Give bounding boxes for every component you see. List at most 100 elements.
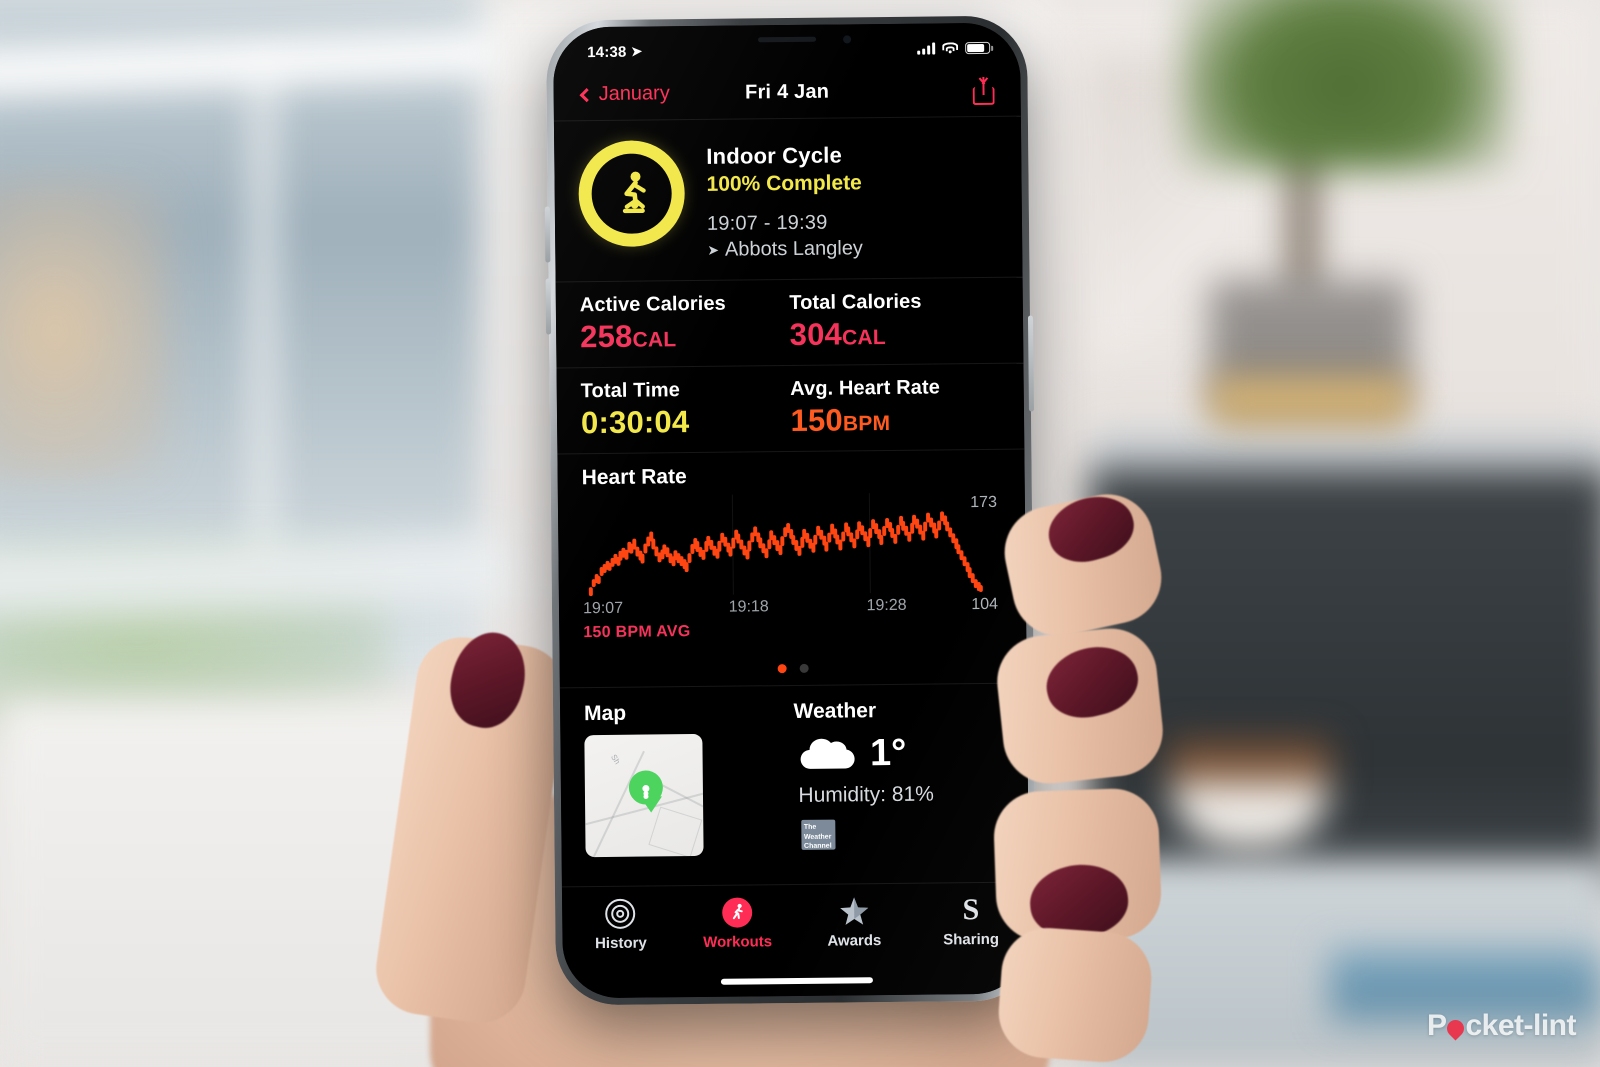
heart-rate-bar xyxy=(717,541,722,552)
sharing-s-icon: S xyxy=(962,893,980,927)
heart-rate-bar xyxy=(923,521,928,532)
chart-x-tick-label: 19:07 xyxy=(582,599,624,618)
battery-icon xyxy=(965,41,991,55)
cellular-signal-icon xyxy=(917,42,936,55)
heart-rate-bar xyxy=(701,549,706,561)
tab-awards[interactable]: Awards xyxy=(796,896,913,950)
stat-active-calories: Active Calories 258CAL xyxy=(580,292,790,355)
photo-scene: 14:38 ➤ January Fri 4 Jan Indoor Cycle 1… xyxy=(0,0,1600,1067)
stat-unit: BPM xyxy=(842,411,891,436)
weather-title: Weather xyxy=(793,699,877,723)
heart-rate-max-label: 173 xyxy=(970,493,998,512)
stat-value: 150BPM xyxy=(790,401,1000,439)
stat-number: 258 xyxy=(579,318,633,355)
heart-rate-bar xyxy=(745,549,750,560)
heart-rate-bar xyxy=(838,539,843,551)
heart-rate-bar xyxy=(687,553,692,564)
back-button[interactable]: January xyxy=(579,82,670,106)
heart-rate-bar xyxy=(813,534,818,545)
activity-rings-icon xyxy=(605,898,636,929)
map-block: Map Sh xyxy=(583,700,795,858)
chart-x-tick-label: 19:28 xyxy=(866,596,907,615)
share-icon[interactable] xyxy=(972,76,995,105)
tab-label: History xyxy=(594,934,647,953)
navigation-bar: January Fri 4 Jan xyxy=(553,64,1021,122)
stats-row-calories: Active Calories 258CAL Total Calories 30… xyxy=(555,277,1024,369)
heart-rate-bar xyxy=(799,537,805,548)
watermark-text-after: cket-lint xyxy=(1465,1009,1576,1042)
chart-gridline xyxy=(868,493,871,594)
chevron-left-icon xyxy=(579,87,594,102)
background-window-mullion xyxy=(250,60,276,580)
stat-value: 258CAL xyxy=(580,317,790,355)
tab-workouts[interactable]: Workouts xyxy=(679,897,796,951)
tab-label: Workouts xyxy=(703,933,773,951)
stat-avg-heart-rate: Avg. Heart Rate 150BPM xyxy=(790,376,1000,439)
chart-x-tick-label: 19:18 xyxy=(728,598,769,616)
volume-up-button[interactable] xyxy=(544,206,551,263)
heart-rate-bar xyxy=(895,524,901,535)
power-button[interactable] xyxy=(1027,315,1034,412)
location-arrow-icon: ➤ xyxy=(631,43,643,59)
workout-completion: 100% Complete xyxy=(706,171,862,196)
status-bar-time: 14:38 xyxy=(587,43,627,61)
little-finger xyxy=(995,924,1155,1066)
back-button-label: January xyxy=(598,82,670,105)
workout-summary-header: Indoor Cycle 100% Complete 19:07 - 19:39… xyxy=(553,116,1023,283)
workout-location-label: Abbots Langley xyxy=(724,237,863,261)
heart-rate-bar xyxy=(778,544,783,556)
stat-total-time: Total Time 0:30:04 xyxy=(581,378,791,441)
background-warm-object xyxy=(0,180,170,480)
weather-block: Weather 1° Humidity: 81% The Weather Cha… xyxy=(793,698,1004,855)
map-thumbnail[interactable]: Sh xyxy=(584,733,704,858)
stat-number: 150 xyxy=(790,402,844,439)
weather-source-logo: The Weather Channel xyxy=(800,819,836,850)
map-weather-section: Map Sh Weather 1° Humidity: 81% The Weat… xyxy=(560,684,1029,878)
stat-number: 304 xyxy=(789,316,843,353)
heart-rate-bar xyxy=(824,541,829,552)
heart-rate-bar xyxy=(879,535,884,546)
stat-number: 0:30:04 xyxy=(580,404,690,441)
background-plant-leaves xyxy=(1180,0,1510,170)
page-dot[interactable] xyxy=(799,663,809,673)
smartphone-device: 14:38 ➤ January Fri 4 Jan Indoor Cycle 1… xyxy=(544,15,1038,1006)
heart-rate-bar xyxy=(934,528,939,539)
heart-rate-bar xyxy=(909,523,914,534)
heart-rate-bar xyxy=(588,587,594,597)
status-bar-right xyxy=(917,41,991,55)
stats-row-time-heart: Total Time 0:30:04 Avg. Heart Rate 150BP… xyxy=(556,363,1025,455)
heart-rate-bar xyxy=(852,538,857,549)
page-indicator[interactable] xyxy=(559,648,1026,688)
stat-label: Avg. Heart Rate xyxy=(790,376,941,401)
heart-rate-chart[interactable]: 173 104 xyxy=(584,492,1000,613)
heart-rate-bar xyxy=(640,553,645,564)
location-arrow-icon: ➤ xyxy=(707,241,720,258)
workout-info: Indoor Cycle 100% Complete 19:07 - 19:39… xyxy=(706,138,863,262)
heart-rate-x-axis: 19:07 19:18 19:28 xyxy=(583,596,1002,620)
heart-rate-bar xyxy=(747,540,752,551)
heart-rate-bar xyxy=(684,561,689,572)
heart-rate-bar xyxy=(907,531,912,543)
phone-bezel: 14:38 ➤ January Fri 4 Jan Indoor Cycle 1… xyxy=(552,22,1031,999)
heart-rate-bar xyxy=(797,546,802,557)
heart-rate-bar xyxy=(764,547,769,559)
heart-rate-bar xyxy=(920,530,925,541)
map-title: Map xyxy=(583,701,627,726)
weather-current: 1° xyxy=(800,731,1004,776)
status-bar: 14:38 ➤ xyxy=(553,23,1020,70)
heart-rate-title: Heart Rate xyxy=(581,465,687,490)
page-title: Fri 4 Jan xyxy=(744,80,830,104)
heart-rate-section[interactable]: Heart Rate 173 104 19:07 19:18 19:28 150 B… xyxy=(557,449,1027,689)
page-dot[interactable] xyxy=(777,664,787,674)
wifi-icon xyxy=(942,42,959,54)
volume-down-button[interactable] xyxy=(545,278,552,335)
workout-location: ➤ Abbots Langley xyxy=(707,237,863,262)
background-plant-pot-base xyxy=(1210,378,1410,424)
background-counter-body xyxy=(1090,470,1600,890)
star-award-icon xyxy=(839,896,869,926)
phone-screen: 14:38 ➤ January Fri 4 Jan Indoor Cycle 1… xyxy=(552,22,1031,999)
pocket-lint-watermark: Pcket-lint xyxy=(1427,1009,1577,1043)
tab-history[interactable]: History xyxy=(562,898,679,952)
weather-temperature: 1° xyxy=(869,731,907,775)
heart-rate-avg-label: 150 BPM AVG xyxy=(583,623,691,642)
